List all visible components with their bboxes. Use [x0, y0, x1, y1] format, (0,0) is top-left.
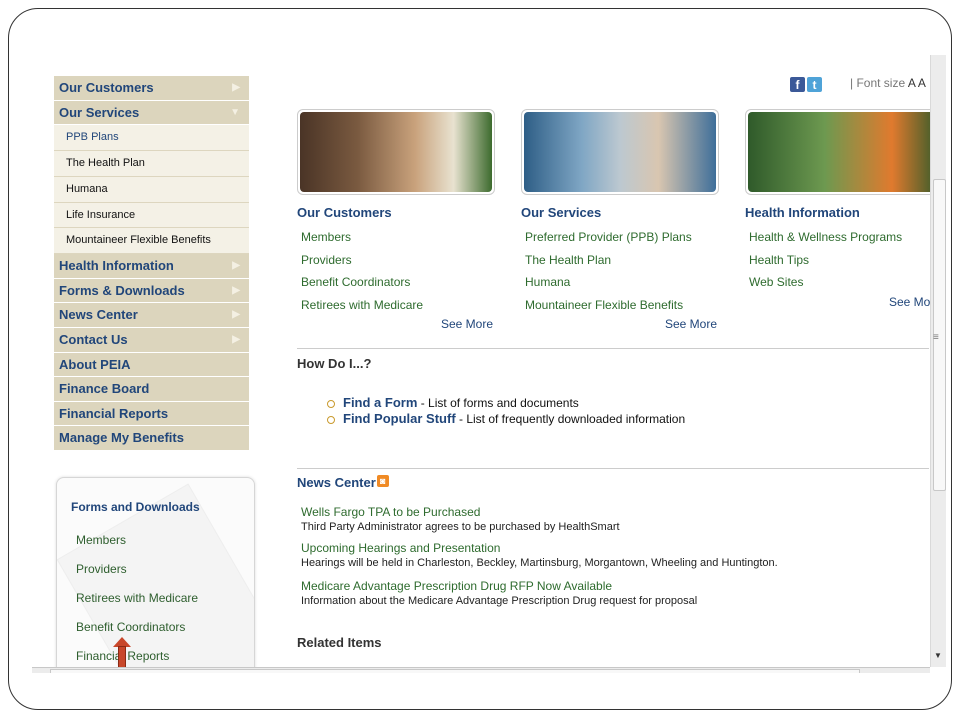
family-image — [300, 112, 492, 192]
link-health-tips[interactable]: Health Tips — [749, 253, 945, 276]
nav-subitem-health-plan[interactable]: The Health Plan — [54, 150, 249, 177]
column-title: Health Information — [745, 205, 860, 220]
chevron-right-icon: ▶ — [232, 284, 240, 296]
see-more-customers[interactable]: See More — [441, 317, 493, 331]
forms-link-benefit-coordinators[interactable]: Benefit Coordinators — [76, 620, 185, 634]
nav-label: News Center — [59, 307, 138, 323]
news-item-desc: Information about the Medicare Advantage… — [301, 595, 698, 607]
nav-item-forms-downloads[interactable]: Forms & Downloads ▶ — [54, 278, 249, 304]
twitter-icon[interactable]: t — [807, 77, 822, 93]
scroll-thumb[interactable] — [50, 669, 860, 673]
social-links: ft — [790, 76, 822, 94]
divider — [297, 468, 929, 469]
vertical-scrollbar[interactable]: ≡ ▼ — [930, 55, 946, 667]
news-title-label: News Center — [297, 475, 376, 490]
nav-label: Our Services — [59, 104, 140, 120]
how-do-i-title: How Do I...? — [297, 356, 372, 371]
divider — [297, 348, 929, 349]
news-item-title[interactable]: Upcoming Hearings and Presentation — [301, 541, 500, 555]
nav-label: Finance Board — [59, 381, 150, 397]
link-members[interactable]: Members — [301, 230, 497, 253]
browser-viewport: Our Customers ▶ Our Services ▼ PPB Plans… — [32, 55, 946, 673]
services-photo — [521, 109, 719, 195]
nav-label: Forms & Downloads — [59, 282, 185, 298]
nav-item-news-center[interactable]: News Center ▶ — [54, 303, 249, 328]
how-do-i-item: Find a Form - List of forms and document… — [327, 395, 579, 410]
how-do-i-item: Find Popular Stuff - List of frequently … — [327, 411, 685, 426]
chevron-right-icon: ▶ — [232, 260, 240, 272]
nav-label: Contact Us — [59, 331, 128, 347]
doctor-image — [524, 112, 716, 192]
column-our-customers: Our Customers Members Providers Benefit … — [297, 109, 497, 320]
forms-box-title: Forms and Downloads — [71, 500, 200, 514]
chevron-down-icon: ▼ — [230, 106, 240, 118]
nav-label: Manage My Benefits — [59, 430, 184, 446]
link-humana[interactable]: Humana — [525, 275, 721, 298]
nav-subitem-humana[interactable]: Humana — [54, 176, 249, 203]
bullet-icon — [327, 399, 335, 408]
news-item-title[interactable]: Wells Fargo TPA to be Purchased — [301, 505, 480, 519]
column-our-services: Our Services Preferred Provider (PPB) Pl… — [521, 109, 721, 320]
related-items-title: Related Items — [297, 635, 382, 650]
font-large-button[interactable]: A — [918, 76, 926, 90]
walkers-image — [748, 112, 940, 192]
item-desc: - List of frequently downloaded informat… — [455, 412, 686, 426]
forms-link-members[interactable]: Members — [76, 533, 126, 547]
chevron-right-icon: ▶ — [232, 309, 240, 321]
nav-item-manage-benefits[interactable]: Manage My Benefits — [54, 426, 249, 451]
news-item-title[interactable]: Medicare Advantage Prescription Drug RFP… — [301, 579, 612, 593]
news-item-desc: Third Party Administrator agrees to be p… — [301, 521, 620, 533]
link-health-plan[interactable]: The Health Plan — [525, 253, 721, 276]
column-title: Our Services — [521, 205, 602, 220]
font-size-control: | Font size A A — [850, 76, 926, 90]
forms-link-retirees[interactable]: Retirees with Medicare — [76, 591, 198, 605]
chevron-right-icon: ▶ — [232, 82, 240, 93]
chevron-right-icon: ▶ — [232, 333, 240, 345]
nav-subitem-ppb-plans[interactable]: PPB Plans — [54, 125, 249, 151]
nav-label: Health Information — [59, 258, 174, 274]
nav-subitem-mountaineer[interactable]: Mountaineer Flexible Benefits — [54, 228, 249, 255]
font-size-label: | Font size — [850, 76, 906, 90]
news-item-desc: Hearings will be held in Charleston, Bec… — [301, 557, 778, 569]
nav-item-contact-us[interactable]: Contact Us ▶ — [54, 327, 249, 353]
nav-item-our-services[interactable]: Our Services ▼ — [54, 100, 249, 126]
see-more-health[interactable]: See Mo — [889, 295, 930, 309]
nav-subitem-life-insurance[interactable]: Life Insurance — [54, 202, 249, 229]
item-desc: - List of forms and documents — [417, 396, 579, 410]
nav-item-finance-board[interactable]: Finance Board — [54, 377, 249, 402]
link-ppb-plans[interactable]: Preferred Provider (PPB) Plans — [525, 230, 721, 253]
bullet-icon — [327, 415, 335, 424]
find-form-link[interactable]: Find a Form — [343, 395, 417, 410]
scroll-grip-icon: ≡ — [933, 332, 939, 343]
font-small-button[interactable]: A — [908, 76, 915, 90]
forms-downloads-box: Forms and Downloads Members Providers Re… — [56, 477, 255, 673]
link-wellness-programs[interactable]: Health & Wellness Programs — [749, 230, 945, 253]
nav-item-financial-reports[interactable]: Financial Reports — [54, 401, 249, 427]
news-center-title: News Center ◙ — [297, 475, 389, 490]
scroll-down-icon[interactable]: ▼ — [934, 651, 942, 660]
facebook-icon[interactable]: f — [790, 77, 805, 93]
horizontal-scrollbar[interactable] — [32, 667, 930, 673]
find-popular-link[interactable]: Find Popular Stuff — [343, 411, 456, 426]
nav-item-about-peia[interactable]: About PEIA — [54, 352, 249, 378]
nav-label: Our Customers — [59, 80, 154, 95]
left-nav: Our Customers ▶ Our Services ▼ PPB Plans… — [54, 76, 249, 451]
forms-link-providers[interactable]: Providers — [76, 562, 127, 576]
link-benefit-coordinators[interactable]: Benefit Coordinators — [301, 275, 497, 298]
customers-photo — [297, 109, 495, 195]
rss-icon[interactable]: ◙ — [376, 475, 389, 487]
slide-frame: Our Customers ▶ Our Services ▼ PPB Plans… — [8, 8, 952, 710]
column-title: Our Customers — [297, 205, 392, 220]
see-more-services[interactable]: See More — [665, 317, 717, 331]
nav-label: Financial Reports — [59, 405, 169, 421]
column-health-information: Health Information Health & Wellness Pro… — [745, 109, 945, 298]
health-photo — [745, 109, 943, 195]
link-providers[interactable]: Providers — [301, 253, 497, 276]
nav-label: About PEIA — [59, 356, 131, 372]
nav-item-our-customers[interactable]: Our Customers ▶ — [54, 76, 249, 101]
nav-item-health-information[interactable]: Health Information ▶ — [54, 254, 249, 279]
